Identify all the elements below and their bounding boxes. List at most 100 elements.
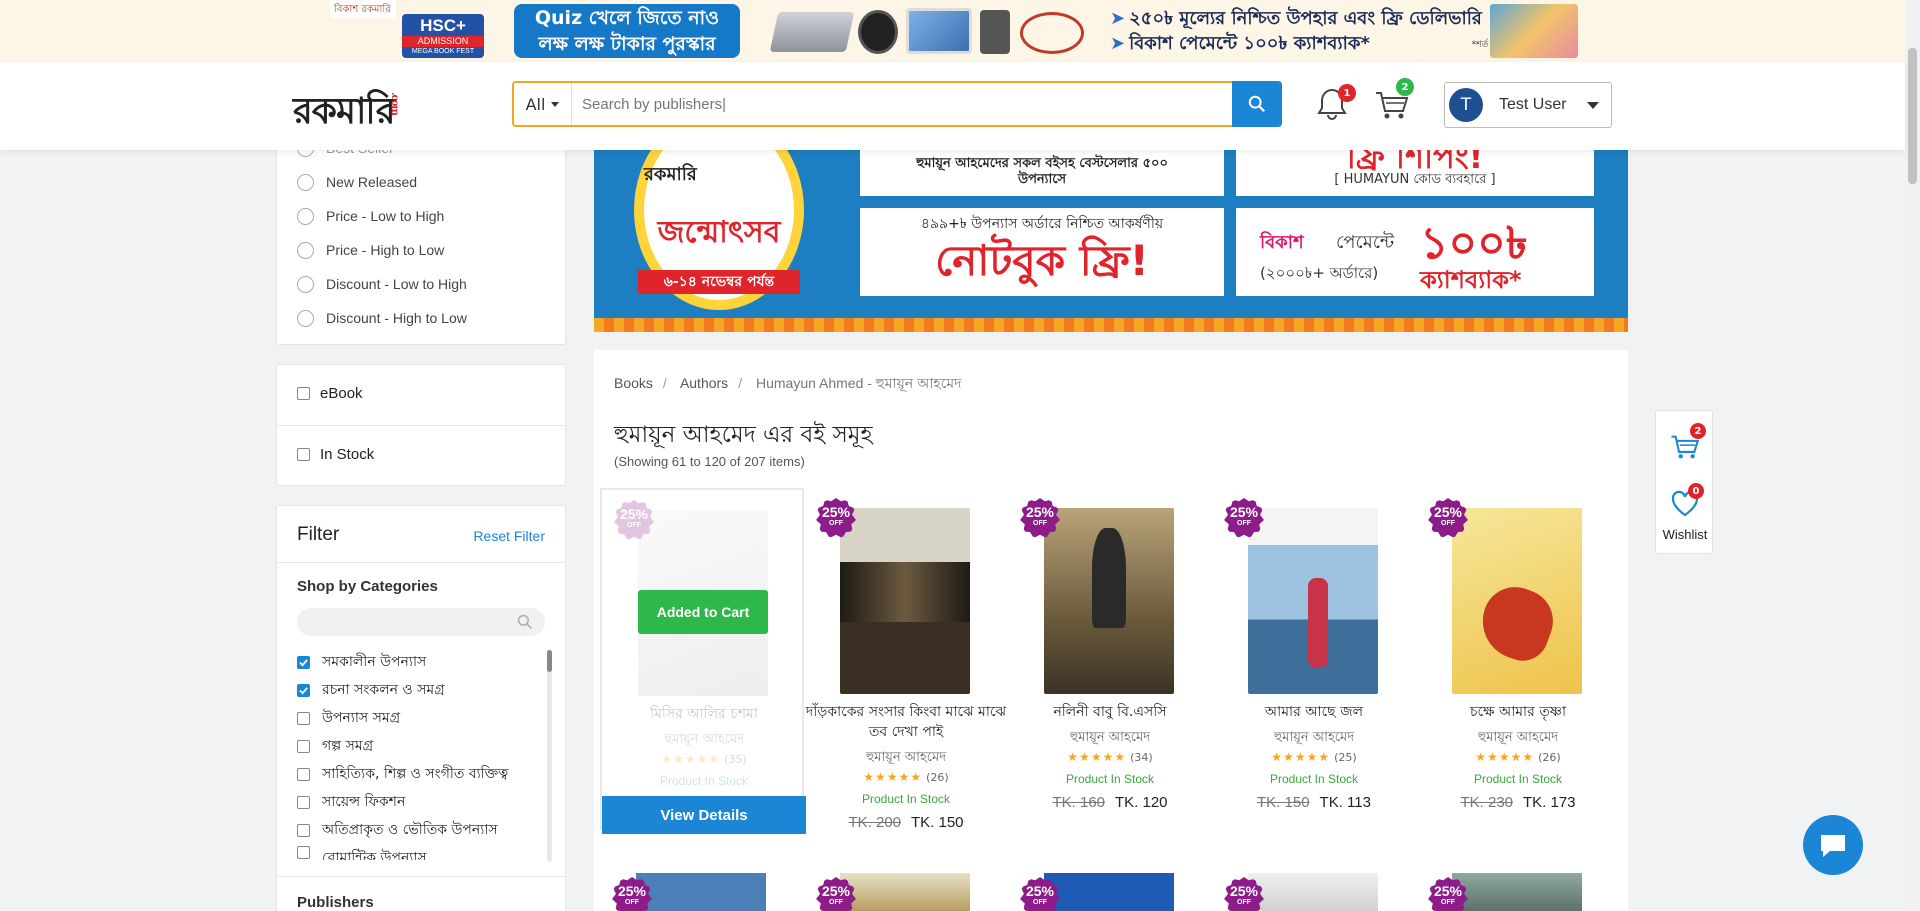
search-icon bbox=[517, 614, 532, 629]
quiz-promo[interactable]: Quiz খেলে জিতে নাও লক্ষ লক্ষ টাকার পুরস্… bbox=[514, 4, 740, 58]
notification-button[interactable]: 1 bbox=[1312, 84, 1356, 124]
product-card[interactable]: 25% OFF bbox=[1416, 873, 1620, 911]
radio-button[interactable] bbox=[297, 207, 314, 225]
product-card[interactable]: 25% OFF আমার আছে জল হুমায়ূন আহমেদ ★★★★★(… bbox=[1212, 488, 1416, 830]
checkbox[interactable] bbox=[297, 767, 310, 781]
sort-option-label: Discount - High to Low bbox=[326, 310, 467, 326]
product-card[interactable]: 25% OFF দাঁড়কাকের সংসার কিংবা মাঝে মাঝে … bbox=[804, 488, 1008, 831]
product-card[interactable]: 25% OFF চক্ষে আমার তৃষ্ণা হুমায়ূন আহমেদ … bbox=[1416, 488, 1620, 830]
page-scrollbar[interactable] bbox=[1905, 0, 1920, 911]
notebook-offer-caption: ৪৯৯+৳ উপন্যাস অর্ডারে নিশ্চিত আকর্ষণীয় bbox=[920, 216, 1164, 232]
checkbox-checked[interactable] bbox=[297, 655, 310, 669]
sort-option-label: Price - High to Low bbox=[326, 242, 445, 258]
category-search-input[interactable] bbox=[297, 608, 545, 636]
radio-button[interactable] bbox=[297, 275, 314, 293]
floating-wishlist-button[interactable]: 0 bbox=[1670, 483, 1704, 519]
checkbox[interactable] bbox=[297, 711, 310, 725]
product-title[interactable]: দাঁড়কাকের সংসার কিংবা মাঝে মাঝে তব দেখা… bbox=[804, 702, 1008, 742]
stock-status: Product In Stock bbox=[1065, 772, 1155, 786]
product-card[interactable]: 25% OFF bbox=[804, 873, 1008, 911]
sort-option-discount-low-high[interactable]: Discount - Low to High bbox=[297, 273, 467, 295]
page-scrollbar-thumb[interactable] bbox=[1908, 48, 1917, 184]
category-item[interactable]: রচনা সংকলন ও সমগ্র bbox=[297, 678, 527, 702]
checkbox[interactable] bbox=[297, 795, 310, 809]
promo-banner[interactable]: বিকাশ রকমারি HSC+ ADMISSION MEGA BOOK FE… bbox=[0, 0, 1920, 62]
product-author[interactable]: হুমায়ূন আহমেদ bbox=[602, 730, 806, 751]
floating-wishlist-count: 0 bbox=[1688, 483, 1704, 499]
gadget-prizes-image bbox=[769, 4, 1090, 58]
product-title[interactable]: মিসির আলির চশমা bbox=[602, 704, 806, 724]
view-details-button[interactable]: View Details bbox=[602, 796, 806, 834]
product-author[interactable]: হুমায়ূন আহমেদ bbox=[804, 748, 1008, 769]
breadcrumb-books[interactable]: Books bbox=[614, 375, 653, 391]
sort-option-price-low-high[interactable]: Price - Low to High bbox=[297, 205, 444, 227]
sort-option-new-released[interactable]: New Released bbox=[297, 171, 417, 193]
checkbox[interactable] bbox=[297, 387, 310, 400]
product-author[interactable]: হুমায়ূন আহমেদ bbox=[1416, 728, 1620, 749]
product-author[interactable]: হুমায়ূন আহমেদ bbox=[1212, 728, 1416, 749]
radio-button[interactable] bbox=[297, 173, 314, 191]
book-cover-image[interactable] bbox=[1044, 508, 1174, 694]
category-scrollbar[interactable] bbox=[547, 650, 552, 862]
product-title[interactable]: নলিনী বাবু বি.এসসি bbox=[1008, 702, 1212, 722]
category-item[interactable]: গল্প সমগ্র bbox=[297, 734, 527, 758]
publishers-heading[interactable]: Publishers bbox=[297, 894, 374, 911]
floating-cart-button[interactable]: 2 bbox=[1668, 423, 1706, 463]
category-item[interactable]: রোমান্টিক উপন্যাস bbox=[297, 846, 527, 860]
in-stock-filter[interactable]: In Stock bbox=[297, 446, 374, 463]
original-price: TK. 230 bbox=[1460, 794, 1513, 811]
ebook-filter[interactable]: eBook bbox=[297, 385, 363, 402]
sale-price: TK. 173 bbox=[1523, 794, 1576, 811]
checkbox-checked[interactable] bbox=[297, 683, 310, 697]
category-label: উপন্যাস সমগ্র bbox=[322, 710, 401, 726]
product-card[interactable]: 25% OFF মিসির আলির চশমা হুমায়ূন আহমেদ ★★… bbox=[600, 488, 806, 834]
book-cover-image[interactable] bbox=[1248, 873, 1378, 911]
discount-percent: 25% bbox=[1433, 504, 1463, 520]
book-cover-image[interactable] bbox=[840, 873, 970, 911]
product-card[interactable]: 25% OFF bbox=[1008, 873, 1212, 911]
radio-button[interactable] bbox=[297, 309, 314, 327]
product-card[interactable]: 25% OFF bbox=[1212, 873, 1416, 911]
book-cover-image[interactable] bbox=[636, 873, 766, 911]
category-item[interactable]: সায়েন্স ফিকশন bbox=[297, 790, 527, 814]
scrollbar-thumb[interactable] bbox=[547, 650, 552, 672]
checkbox[interactable] bbox=[297, 823, 310, 837]
user-menu[interactable]: T Test User bbox=[1444, 82, 1612, 128]
campaign-banner[interactable]: রকমারি জন্মোৎসব ৬-১৪ নভেম্বর পর্যন্ত হুম… bbox=[594, 150, 1628, 332]
category-item[interactable]: সাহিত্যিক, শিল্প ও সংগীত ব্যক্তিত্ব bbox=[297, 762, 527, 786]
search-input[interactable] bbox=[572, 83, 1232, 125]
search-button[interactable] bbox=[1232, 81, 1282, 127]
wishlist-label[interactable]: Wishlist bbox=[1656, 527, 1714, 542]
review-count: (26) bbox=[926, 771, 949, 784]
checkbox[interactable] bbox=[297, 448, 310, 461]
book-cover-image[interactable] bbox=[1452, 508, 1582, 694]
breadcrumb-authors[interactable]: Authors bbox=[680, 375, 728, 391]
radio-button[interactable] bbox=[297, 241, 314, 259]
checkbox[interactable] bbox=[297, 846, 310, 859]
checkbox[interactable] bbox=[297, 739, 310, 753]
floating-quick-panel: 2 0 Wishlist bbox=[1655, 410, 1713, 554]
category-item[interactable]: অতিপ্রাকৃত ও ভৌতিক উপন্যাস bbox=[297, 818, 527, 842]
book-cover-image[interactable] bbox=[1044, 873, 1174, 911]
sort-option-discount-high-low[interactable]: Discount - High to Low bbox=[297, 307, 467, 329]
sort-option-price-high-low[interactable]: Price - High to Low bbox=[297, 239, 444, 261]
book-cover-image[interactable] bbox=[1452, 873, 1582, 911]
book-cover-image[interactable] bbox=[840, 508, 970, 694]
added-to-cart-button[interactable]: Added to Cart bbox=[638, 590, 768, 634]
product-title[interactable]: আমার আছে জল bbox=[1212, 702, 1416, 722]
product-card[interactable]: 25% OFF bbox=[600, 873, 804, 911]
category-item[interactable]: উপন্যাস সমগ্র bbox=[297, 706, 527, 730]
reset-filter-link[interactable]: Reset Filter bbox=[473, 528, 545, 544]
cart-button[interactable]: 2 bbox=[1372, 78, 1414, 124]
product-author[interactable]: হুমায়ূন আহমেদ bbox=[1008, 728, 1212, 749]
book-cover-image[interactable] bbox=[1248, 508, 1378, 694]
notebook-offer: ৪৯৯+৳ উপন্যাস অর্ডারে নিশ্চিত আকর্ষণীয় … bbox=[860, 208, 1224, 296]
chat-button[interactable] bbox=[1803, 815, 1863, 875]
cart-count-badge: 2 bbox=[1396, 78, 1414, 96]
site-logo[interactable]: রকমারি .com bbox=[293, 84, 400, 144]
category-item[interactable]: সমকালীন উপন্যাস bbox=[297, 650, 527, 674]
search-category-select[interactable]: All bbox=[514, 83, 572, 125]
product-title[interactable]: চক্ষে আমার তৃষ্ণা bbox=[1416, 702, 1620, 722]
discount-percent: 25% bbox=[1229, 883, 1259, 899]
product-card[interactable]: 25% OFF নলিনী বাবু বি.এসসি হুমায়ূন আহমেদ… bbox=[1008, 488, 1212, 830]
